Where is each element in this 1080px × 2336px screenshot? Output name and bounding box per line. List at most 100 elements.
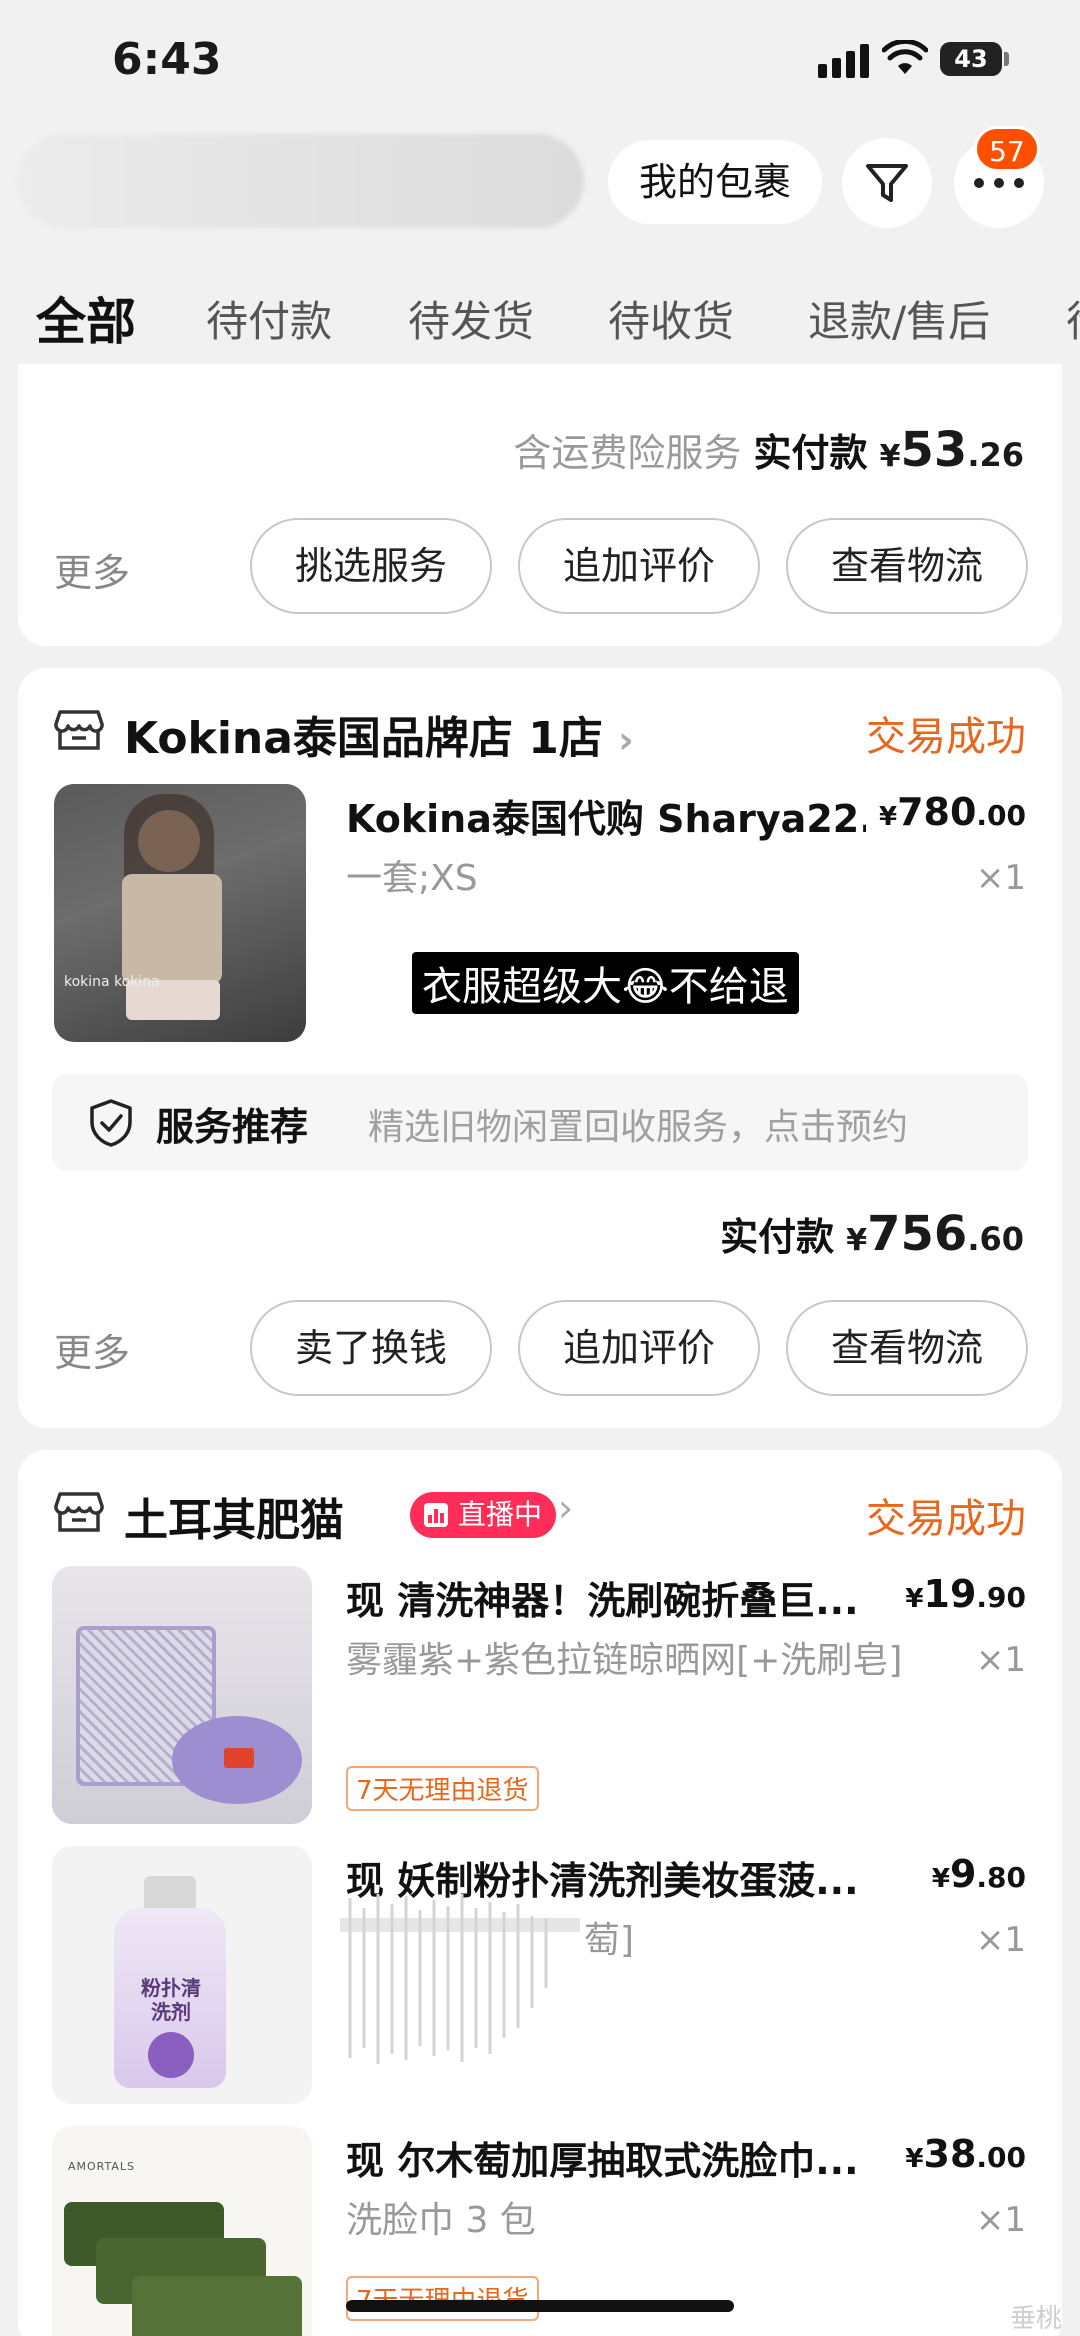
- order-card-2: Kokina泰国品牌店 1店 › 交易成功 kokina kokina Koki…: [18, 668, 1062, 1428]
- product-qty: ×1: [975, 858, 1026, 898]
- tab-pending-receipt[interactable]: 待收货: [608, 288, 734, 349]
- live-badge[interactable]: 直播中: [410, 1492, 557, 1538]
- paid-label: 实付款: [753, 431, 868, 475]
- paid-amount-int: 53: [900, 422, 968, 478]
- order-card-1: 含运费险服务 实付款 ¥53.26 更多 挑选服务 追加评价 查看物流: [18, 364, 1062, 646]
- currency-symbol: ¥: [905, 2144, 924, 2174]
- service-description: 精选旧物闲置回收服务，点击预约: [368, 1107, 909, 1148]
- price-int: 38: [923, 2132, 977, 2176]
- live-bars-icon: [424, 1503, 448, 1527]
- service-title: 服务推荐: [156, 1105, 309, 1149]
- bottle-label: 粉扑清洗剂: [141, 1976, 201, 2024]
- product-title[interactable]: 现 尔木萄加厚抽取式洗脸巾...: [346, 2130, 906, 2185]
- battery-tip: [1004, 52, 1009, 66]
- price-dec: .80: [976, 1861, 1026, 1894]
- chevron-right-icon: ›: [618, 718, 634, 762]
- store-icon: [54, 1492, 104, 1532]
- notification-badge: 57: [974, 126, 1040, 172]
- product-spec: 一套;XS: [346, 858, 478, 899]
- view-logistics-button[interactable]: 查看物流: [786, 1300, 1028, 1396]
- product-title[interactable]: 现 清洗神器！洗刷碗折叠巨...: [346, 1570, 906, 1625]
- soap-bar: [224, 1748, 254, 1768]
- order2-paid-line: 实付款 ¥756.60: [720, 1206, 1024, 1262]
- tab-refund-after-sale[interactable]: 退款/售后: [808, 288, 990, 349]
- order-tabs: 全部 待付款 待发货 待收货 退款/售后 待: [0, 270, 1080, 364]
- wipes-pack-3: [132, 2276, 302, 2336]
- home-indicator[interactable]: [346, 2300, 734, 2312]
- more-link[interactable]: 更多: [54, 542, 130, 597]
- currency-symbol: ¥: [931, 1864, 950, 1894]
- chevron-right-icon: ›: [558, 1486, 574, 1530]
- product-image[interactable]: 粉扑清洗剂: [52, 1846, 312, 2104]
- wifi-icon: [882, 40, 928, 74]
- paid-amount-int: 756: [867, 1206, 968, 1262]
- insurance-note: 含运费险服务: [513, 431, 742, 475]
- product-image[interactable]: kokina kokina: [54, 784, 306, 1042]
- bottle-cap: [144, 1876, 196, 1912]
- order-status: 交易成功: [866, 714, 1026, 760]
- currency-symbol: ¥: [879, 439, 901, 474]
- product-spec: 雾霾紫+紫色拉链晾晒网[+洗刷皂]: [346, 1640, 903, 1681]
- more-link[interactable]: 更多: [54, 1322, 130, 1377]
- order-status: 交易成功: [866, 1496, 1026, 1542]
- model-vest: [122, 874, 222, 984]
- price-dec: .00: [976, 799, 1026, 832]
- privacy-blur: [340, 1894, 580, 2064]
- add-review-button[interactable]: 追加评价: [518, 518, 760, 614]
- paid-amount-dec: .26: [967, 436, 1024, 474]
- product-qty: ×1: [975, 2200, 1026, 2240]
- product-image[interactable]: AMORTALS: [52, 2126, 312, 2336]
- store-icon: [54, 710, 104, 750]
- live-badge-text: 直播中: [458, 1498, 543, 1531]
- product-price: ¥780.00: [879, 790, 1026, 834]
- product-image[interactable]: [52, 1566, 312, 1824]
- choose-service-button[interactable]: 挑选服务: [250, 518, 492, 614]
- thumb-watermark: kokina kokina: [64, 974, 160, 990]
- price-int: 19: [923, 1572, 977, 1616]
- return-policy-tag: 7天无理由退货: [346, 1766, 539, 1811]
- tab-more[interactable]: 待: [1066, 288, 1080, 349]
- tab-pending-payment[interactable]: 待付款: [206, 288, 332, 349]
- service-recommendation[interactable]: 服务推荐 精选旧物闲置回收服务，点击预约: [52, 1074, 1028, 1170]
- status-time: 6:43: [112, 34, 222, 85]
- search-bar-blurred[interactable]: [18, 134, 584, 228]
- product-qty: ×1: [975, 1920, 1026, 1960]
- filter-icon: [866, 164, 908, 202]
- tab-all[interactable]: 全部: [36, 282, 136, 354]
- price-dec: .90: [976, 1581, 1026, 1614]
- more-dots-icon: [974, 178, 1024, 188]
- shop-name[interactable]: Kokina泰国品牌店 1店 ›: [124, 702, 634, 766]
- order1-paid-line: 含运费险服务 实付款 ¥53.26: [513, 422, 1024, 478]
- product-title[interactable]: Kokina泰国代购 Sharya22...: [346, 788, 866, 843]
- add-review-button[interactable]: 追加评价: [518, 1300, 760, 1396]
- product-spec: 洗脸巾 3 包: [346, 2200, 536, 2241]
- currency-symbol: ¥: [905, 1584, 924, 1614]
- shop-name-text: Kokina泰国品牌店 1店: [124, 713, 603, 764]
- signal-icon: [818, 44, 870, 78]
- product-price: ¥38.00: [905, 2132, 1026, 2176]
- sell-for-cash-button[interactable]: 卖了换钱: [250, 1300, 492, 1396]
- bottle-graphic: [148, 2032, 194, 2078]
- shop-name[interactable]: 土耳其肥猫: [124, 1484, 344, 1548]
- paid-label: 实付款: [720, 1215, 835, 1259]
- return-policy-tag: 7天无理由退货: [346, 2276, 539, 2321]
- battery-icon: 43: [940, 42, 1002, 76]
- price-dec: .00: [976, 2141, 1026, 2174]
- currency-symbol: ¥: [846, 1223, 868, 1258]
- product-price: ¥19.90: [905, 1572, 1026, 1616]
- filter-button[interactable]: [842, 138, 932, 228]
- product-price: ¥9.80: [932, 1852, 1026, 1896]
- shield-check-icon: [90, 1099, 132, 1147]
- product-qty: ×1: [975, 1640, 1026, 1680]
- my-packages-button[interactable]: 我的包裹: [608, 140, 822, 224]
- status-bar: 6:43 43: [0, 0, 1080, 120]
- tab-pending-shipment[interactable]: 待发货: [408, 288, 534, 349]
- paid-amount-dec: .60: [967, 1220, 1024, 1258]
- watermark: 垂桃: [1010, 2304, 1063, 2334]
- price-int: 9: [949, 1852, 977, 1896]
- brand-logo: AMORTALS: [68, 2160, 136, 2173]
- view-logistics-button[interactable]: 查看物流: [786, 518, 1028, 614]
- user-caption-overlay: 衣服超级大😂不给退: [412, 952, 799, 1014]
- currency-symbol: ¥: [878, 802, 898, 832]
- price-int: 780: [897, 790, 977, 834]
